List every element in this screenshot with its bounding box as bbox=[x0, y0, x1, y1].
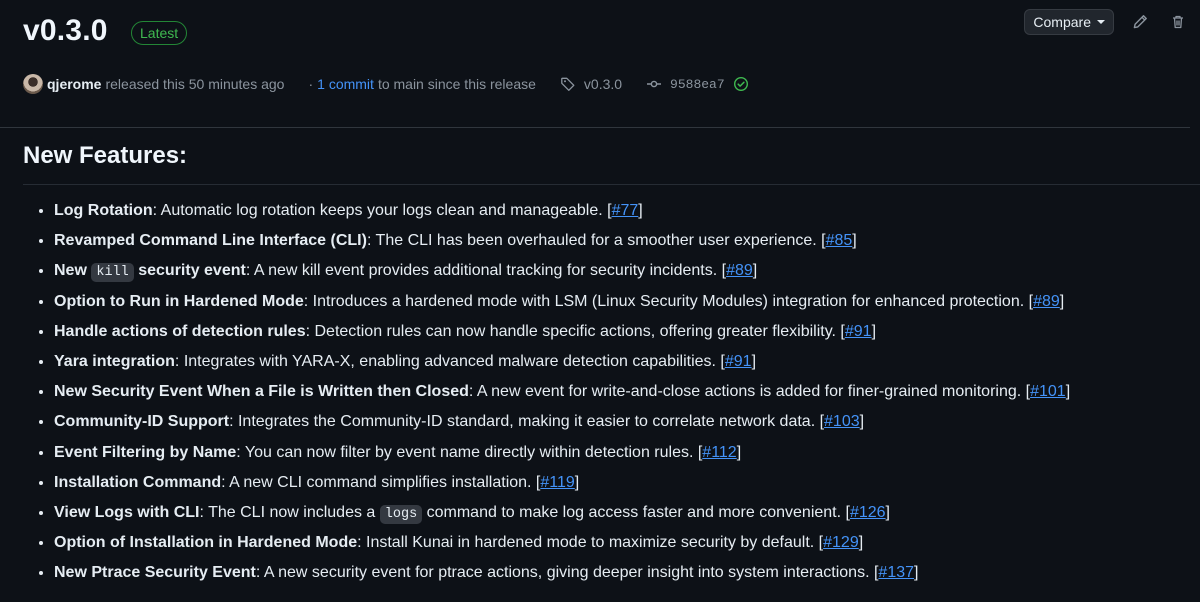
issue-link[interactable]: #137 bbox=[878, 564, 914, 581]
list-item: Event Filtering by Name: You can now fil… bbox=[54, 438, 1070, 468]
list-item: New Security Event When a File is Writte… bbox=[54, 377, 1070, 407]
trash-icon bbox=[1173, 15, 1183, 29]
tag-icon bbox=[561, 77, 575, 91]
list-item: View Logs with CLI: The CLI now includes… bbox=[54, 498, 1070, 528]
pencil-icon bbox=[1133, 15, 1147, 29]
commits-separator: · bbox=[308, 76, 314, 92]
issue-link[interactable]: #77 bbox=[612, 202, 639, 219]
avatar[interactable] bbox=[23, 74, 43, 94]
issue-link[interactable]: #85 bbox=[826, 232, 853, 249]
list-item: Revamped Command Line Interface (CLI): T… bbox=[54, 226, 1070, 256]
code-snippet: logs bbox=[379, 504, 423, 524]
list-item: Option of Installation in Hardened Mode:… bbox=[54, 528, 1070, 558]
list-item: New kill security event: A new kill even… bbox=[54, 256, 1070, 286]
issue-link[interactable]: #129 bbox=[823, 534, 859, 551]
commits-link[interactable]: 1 commit bbox=[317, 76, 374, 92]
chevron-down-icon bbox=[1097, 20, 1105, 24]
check-circle-icon[interactable] bbox=[733, 76, 749, 92]
issue-link[interactable]: #89 bbox=[1033, 293, 1060, 310]
list-item: Handle actions of detection rules: Detec… bbox=[54, 317, 1070, 347]
issue-link[interactable]: #103 bbox=[824, 413, 860, 430]
list-item: Installation Command: A new CLI command … bbox=[54, 468, 1070, 498]
commit-sha: 9588ea7 bbox=[670, 76, 725, 92]
features-list: Log Rotation: Automatic log rotation kee… bbox=[32, 196, 1070, 588]
release-title: v0.3.0 bbox=[23, 14, 108, 47]
section-title: New Features: bbox=[23, 142, 188, 169]
code-snippet: kill bbox=[91, 263, 134, 283]
list-item: New Ptrace Security Event: A new securit… bbox=[54, 558, 1070, 588]
compare-button[interactable]: Compare bbox=[1024, 9, 1114, 35]
issue-link[interactable]: #112 bbox=[702, 444, 736, 461]
list-item: Yara integration: Integrates with YARA-X… bbox=[54, 347, 1070, 377]
edit-release-button[interactable] bbox=[1128, 10, 1152, 34]
compare-label: Compare bbox=[1033, 14, 1091, 30]
author-link[interactable]: qjerome bbox=[47, 76, 101, 92]
release-actions: Compare bbox=[1024, 9, 1190, 35]
issue-link[interactable]: #91 bbox=[725, 353, 752, 370]
commits-suffix: to main since this release bbox=[377, 76, 536, 92]
tag-link[interactable]: v0.3.0 bbox=[560, 76, 622, 92]
issue-link[interactable]: #119 bbox=[540, 474, 574, 491]
commit-link[interactable]: 9588ea7 bbox=[646, 76, 749, 92]
issue-link[interactable]: #126 bbox=[850, 504, 886, 521]
issue-link[interactable]: #91 bbox=[845, 323, 872, 340]
tag-label: v0.3.0 bbox=[583, 76, 623, 92]
delete-release-button[interactable] bbox=[1166, 10, 1190, 34]
latest-badge: Latest bbox=[131, 21, 188, 45]
section-rule bbox=[23, 184, 1200, 185]
list-item: Log Rotation: Automatic log rotation kee… bbox=[54, 196, 1070, 226]
git-commit-icon bbox=[647, 80, 662, 88]
list-item: Community-ID Support: Integrates the Com… bbox=[54, 407, 1070, 437]
issue-link[interactable]: #89 bbox=[726, 262, 753, 279]
release-meta: qjerome released this 50 minutes ago · 1… bbox=[23, 74, 749, 94]
header-divider bbox=[0, 127, 1190, 128]
released-text: released this 50 minutes ago bbox=[105, 76, 285, 92]
list-item: Option to Run in Hardened Mode: Introduc… bbox=[54, 287, 1070, 317]
issue-link[interactable]: #101 bbox=[1030, 383, 1066, 400]
